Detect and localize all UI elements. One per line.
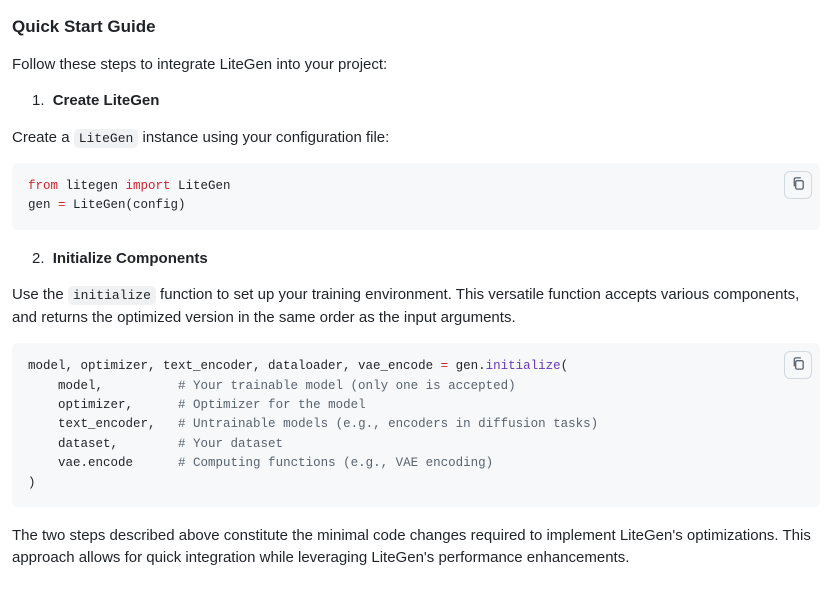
step-2-label: Initialize Components [53, 250, 208, 267]
step-2-description: Use the initialize function to set up yo… [12, 284, 820, 329]
step-1-description: Create a LiteGen instance using your con… [12, 127, 820, 150]
litegen-inline-code: LiteGen [74, 129, 139, 148]
step-1-label: Create LiteGen [53, 92, 160, 109]
code-block-2-content: model, optimizer, text_encoder, dataload… [28, 357, 804, 493]
copy-icon [791, 176, 806, 194]
copy-icon [791, 356, 806, 374]
page-title: Quick Start Guide [12, 14, 820, 40]
step-1-desc-pre: Create a [12, 129, 74, 146]
step-1-heading: 1. Create LiteGen [12, 90, 820, 113]
initialize-inline-code: initialize [68, 286, 156, 305]
copy-button[interactable] [784, 351, 812, 379]
intro-paragraph: Follow these steps to integrate LiteGen … [12, 54, 820, 77]
copy-button[interactable] [784, 171, 812, 199]
step-2-desc-pre: Use the [12, 286, 68, 303]
code-block-1: from litegen import LiteGen gen = LiteGe… [12, 163, 820, 230]
step-1-desc-post: instance using your configuration file: [138, 129, 389, 146]
step-2-number: 2. [32, 250, 45, 267]
code-block-1-content: from litegen import LiteGen gen = LiteGe… [28, 177, 804, 216]
code-block-2: model, optimizer, text_encoder, dataload… [12, 343, 820, 507]
step-2-heading: 2. Initialize Components [12, 248, 820, 271]
step-1-number: 1. [32, 92, 45, 109]
closing-paragraph: The two steps described above constitute… [12, 525, 820, 570]
